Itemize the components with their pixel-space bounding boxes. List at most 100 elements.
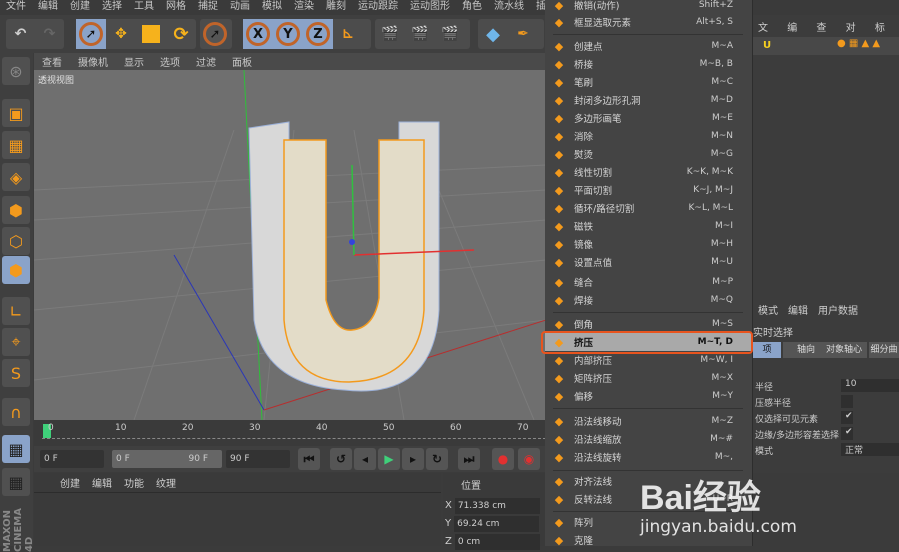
menu-item[interactable]: 运动图形 bbox=[404, 0, 456, 15]
attribute-menu-item[interactable]: 用户数据 bbox=[813, 302, 863, 317]
redo-icon[interactable]: ↷ bbox=[35, 19, 64, 49]
attribute-tab[interactable]: 项 bbox=[753, 342, 781, 358]
object-row[interactable]: U ● ▦ ▲ ▲ bbox=[753, 37, 899, 55]
menu-item-brush[interactable]: ◆ 笔刷 M~C bbox=[545, 73, 751, 91]
render-picture-viewer-icon[interactable]: 🎬 bbox=[405, 19, 435, 49]
render-view-icon[interactable]: 🎬 bbox=[375, 19, 405, 49]
record-keys-icon[interactable]: ● bbox=[492, 448, 514, 470]
render-settings-icon[interactable]: 🎬 bbox=[435, 19, 465, 49]
menu-item[interactable]: 雕刻 bbox=[320, 0, 352, 15]
viewport-menu-item[interactable]: 摄像机 bbox=[70, 54, 116, 69]
material-menu-item[interactable]: 创建 bbox=[54, 475, 86, 490]
range-slider[interactable]: 0 F 90 F bbox=[112, 450, 222, 468]
undo-icon[interactable]: ↶ bbox=[6, 19, 35, 49]
workplane-icon[interactable]: ◈ bbox=[2, 163, 30, 191]
planar-workplane-icon[interactable]: ▦ bbox=[2, 468, 30, 496]
menu-item-magnet[interactable]: ◆ 磁铁 M~I bbox=[545, 217, 751, 235]
menu-item-stitch[interactable]: ◆ 缝合 M~P bbox=[545, 273, 751, 291]
next-frame-icon[interactable]: ▸ bbox=[402, 448, 424, 470]
menu-item[interactable]: 创建 bbox=[64, 0, 96, 15]
make-editable-icon[interactable]: ⊛ bbox=[2, 57, 30, 85]
menu-item-close-hole[interactable]: ◆ 封闭多边形孔洞 M~D bbox=[545, 91, 751, 109]
timeline[interactable]: 0 10 20 30 40 50 60 70 bbox=[34, 420, 546, 446]
rotate-tool-icon[interactable]: ⟳ bbox=[166, 19, 196, 49]
viewport[interactable]: 透视视图 bbox=[34, 70, 546, 420]
model-mode-icon[interactable]: ▣ bbox=[2, 99, 30, 127]
z-position-field[interactable]: 0 cm bbox=[454, 533, 540, 550]
menu-item-offset[interactable]: ◆ 偏移 M~Y bbox=[545, 387, 751, 405]
menu-item-normal-rotate[interactable]: ◆ 沿法线旋转 M~, bbox=[545, 448, 751, 466]
menu-item[interactable]: 运动跟踪 bbox=[352, 0, 404, 15]
edges-mode-icon[interactable]: ⬡ bbox=[2, 227, 30, 255]
menu-item[interactable]: 动画 bbox=[224, 0, 256, 15]
menu-item-plane-cut[interactable]: ◆ 平面切割 K~J, M~J bbox=[545, 181, 751, 199]
tweak-icon[interactable]: ⌖ bbox=[2, 328, 30, 356]
go-to-start-icon[interactable]: ⏮ bbox=[298, 448, 320, 470]
y-axis-button[interactable]: Y bbox=[273, 19, 303, 49]
viewport-menu-item[interactable]: 显示 bbox=[116, 54, 152, 69]
menu-item-frame-selected[interactable]: ◆ 框显选取元素 Alt+S, S bbox=[545, 13, 751, 31]
viewport-menu-item[interactable]: 面板 bbox=[224, 54, 260, 69]
pen-icon[interactable]: ✒ bbox=[508, 19, 538, 49]
scale-tool-icon[interactable] bbox=[136, 19, 166, 49]
y-position-field[interactable]: 69.24 cm bbox=[454, 515, 540, 532]
material-menu-item[interactable]: 功能 bbox=[118, 475, 150, 490]
snap-icon[interactable]: S bbox=[2, 359, 30, 387]
menu-item[interactable]: 选择 bbox=[96, 0, 128, 15]
menu-item[interactable]: 工具 bbox=[128, 0, 160, 15]
menu-item-matrix-extrude[interactable]: ◆ 矩阵挤压 M~X bbox=[545, 369, 751, 387]
move-tool-icon[interactable]: ✥ bbox=[106, 19, 136, 49]
coordinate-system-icon[interactable]: ⊾ bbox=[333, 19, 363, 49]
live-select-tool[interactable]: ➚ bbox=[76, 19, 106, 49]
attribute-menu-item[interactable]: 编辑 bbox=[783, 302, 813, 317]
menu-item-loop-cut[interactable]: ◆ 循环/路径切割 K~L, M~L bbox=[545, 199, 751, 217]
menu-item-create-point[interactable]: ◆ 创建点 M~A bbox=[545, 37, 751, 55]
attribute-value[interactable]: ✔ bbox=[841, 411, 853, 424]
z-axis-button[interactable]: Z bbox=[303, 19, 333, 49]
menu-item-bridge[interactable]: ◆ 桥接 M~B, B bbox=[545, 55, 751, 73]
menu-item-set-point[interactable]: ◆ 设置点值 M~U bbox=[545, 253, 751, 271]
attribute-value[interactable] bbox=[841, 395, 853, 408]
menu-item[interactable]: 角色 bbox=[456, 0, 488, 15]
menu-item-iron[interactable]: ◆ 熨烫 M~G bbox=[545, 145, 751, 163]
menu-item[interactable]: 编辑 bbox=[32, 0, 64, 15]
menu-item-undo[interactable]: ◆ 撤销(动作) Shift+Z bbox=[545, 0, 751, 14]
menu-item[interactable]: 网格 bbox=[160, 0, 192, 15]
polygons-mode-icon[interactable]: ⬢ bbox=[2, 256, 30, 284]
previous-key-icon[interactable]: ↺ bbox=[330, 448, 352, 470]
end-frame-field[interactable]: 90 F bbox=[226, 450, 290, 468]
menu-item[interactable]: 流水线 bbox=[488, 0, 530, 15]
magnet-tool-icon[interactable]: ∩ bbox=[2, 398, 30, 426]
previous-frame-icon[interactable]: ◂ bbox=[354, 448, 376, 470]
menu-item-mirror[interactable]: ◆ 镜像 M~H bbox=[545, 235, 751, 253]
play-icon[interactable]: ▶ bbox=[378, 448, 400, 470]
menu-item-dissolve[interactable]: ◆ 消除 M~N bbox=[545, 127, 751, 145]
menu-item-knife[interactable]: ◆ 线性切割 K~K, M~K bbox=[545, 163, 751, 181]
last-tool-icon[interactable]: ➚ bbox=[200, 19, 230, 49]
attribute-value[interactable]: 正常 bbox=[841, 443, 899, 456]
autokey-icon[interactable]: ◉ bbox=[518, 448, 540, 470]
go-to-end-icon[interactable]: ⏭ bbox=[458, 448, 480, 470]
viewport-menu-item[interactable]: 选项 bbox=[152, 54, 188, 69]
menu-item-normal-scale[interactable]: ◆ 沿法线缩放 M~# bbox=[545, 430, 751, 448]
menu-item-normal-move[interactable]: ◆ 沿法线移动 M~Z bbox=[545, 412, 751, 430]
locked-workplane-icon[interactable]: ▦ bbox=[2, 435, 30, 463]
x-position-field[interactable]: 71.338 cm bbox=[454, 497, 540, 514]
menu-item-polygon-pen[interactable]: ◆ 多边形画笔 M~E bbox=[545, 109, 751, 127]
attribute-value[interactable]: 10 bbox=[841, 379, 899, 392]
attribute-menu-item[interactable]: 模式 bbox=[753, 302, 783, 317]
menu-item-weld[interactable]: ◆ 焊接 M~Q bbox=[545, 291, 751, 309]
attribute-value[interactable]: ✔ bbox=[841, 427, 853, 440]
material-menu-item[interactable]: 纹理 bbox=[150, 475, 182, 490]
current-frame-field[interactable]: 0 F bbox=[40, 450, 104, 468]
texture-mode-icon[interactable]: ▦ bbox=[2, 131, 30, 159]
menu-item[interactable]: 捕捉 bbox=[192, 0, 224, 15]
points-mode-icon[interactable]: ⬢ bbox=[2, 196, 30, 224]
menu-item[interactable]: 渲染 bbox=[288, 0, 320, 15]
material-menu-item[interactable]: 编辑 bbox=[86, 475, 118, 490]
attribute-tab[interactable]: 对象轴心 bbox=[821, 342, 867, 358]
axis-icon[interactable]: ∟ bbox=[2, 297, 30, 325]
menu-item[interactable]: 文件 bbox=[0, 0, 32, 15]
viewport-menu-item[interactable]: 查看 bbox=[34, 54, 70, 69]
cube-icon[interactable]: ◆ bbox=[478, 19, 508, 49]
